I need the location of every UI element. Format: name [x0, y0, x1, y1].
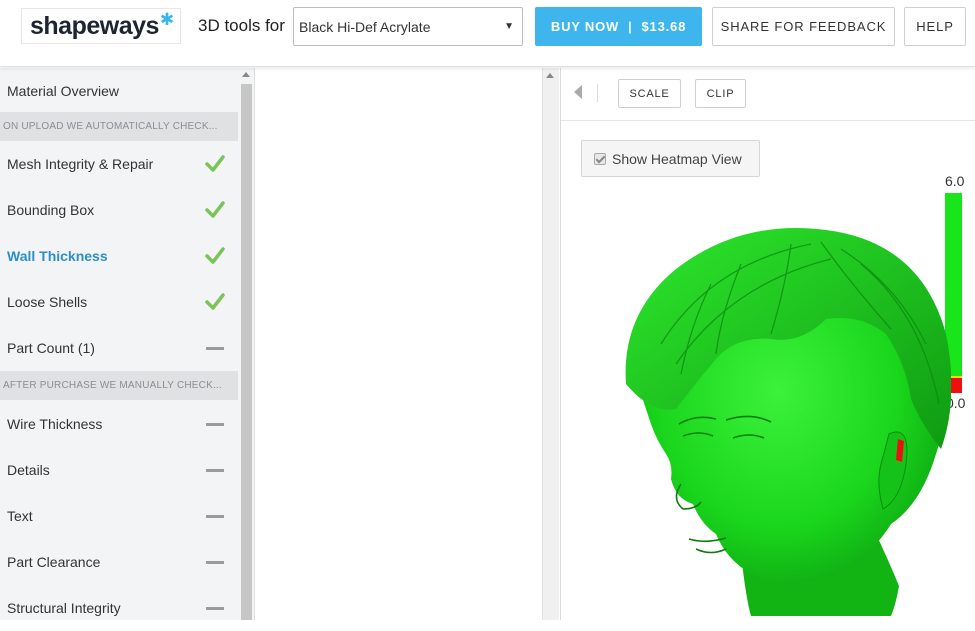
shapeways-logo[interactable]: shapeways ✱ — [21, 8, 181, 44]
head-model-render[interactable] — [621, 224, 951, 620]
sidebar-item-part-clearance[interactable]: Part Clearance — [0, 539, 238, 585]
clip-button[interactable]: CLIP — [695, 79, 746, 108]
logo-star-icon: ✱ — [159, 10, 175, 29]
sidebar-item-loose-shells[interactable]: Loose Shells — [0, 279, 238, 325]
dash-icon — [206, 607, 224, 610]
sidebar-item-label: Wire Thickness — [7, 416, 103, 432]
sidebar-item-label: Part Count (1) — [7, 340, 95, 356]
check-icon — [205, 155, 225, 172]
sidebar-item-bounding-box[interactable]: Bounding Box — [0, 187, 238, 233]
dash-icon — [206, 515, 224, 518]
heatmap-toggle[interactable]: Show Heatmap View — [581, 140, 760, 177]
sidebar-item-mesh-integrity[interactable]: Mesh Integrity & Repair — [0, 141, 238, 187]
toolbar-divider — [597, 84, 598, 102]
top-header: shapeways ✱ 3D tools for Black Hi-Def Ac… — [0, 0, 975, 67]
check-icon — [205, 293, 225, 310]
section-header-manual-checks: AFTER PURCHASE WE MANUALLY CHECK... — [0, 371, 238, 400]
sidebar-item-label: Text — [7, 508, 33, 524]
collapse-left-icon[interactable] — [574, 85, 582, 99]
dash-icon — [206, 561, 224, 564]
legend-max-value: 6.0 — [945, 173, 965, 189]
scroll-up-icon[interactable] — [546, 73, 554, 78]
heatmap-checkbox[interactable] — [594, 152, 606, 165]
sidebar-item-part-count[interactable]: Part Count (1) — [0, 325, 238, 371]
dash-icon — [206, 469, 224, 472]
sidebar-item-wire-thickness[interactable]: Wire Thickness — [0, 401, 238, 447]
sidebar-item-label: Wall Thickness — [7, 248, 108, 264]
material-select[interactable]: Black Hi-Def Acrylate ▼ — [293, 7, 523, 46]
details-panel — [256, 68, 542, 620]
caret-down-icon: ▼ — [504, 21, 514, 32]
material-select-value: Black Hi-Def Acrylate — [299, 18, 431, 35]
checks-sidebar: Material Overview ON UPLOAD WE AUTOMATIC… — [0, 68, 255, 620]
sidebar-item-label: Structural Integrity — [7, 600, 121, 616]
tools-label: 3D tools for — [198, 16, 285, 35]
check-icon — [205, 247, 225, 264]
logo-text: shapeways — [30, 11, 159, 40]
buy-now-separator: | — [628, 19, 633, 34]
sidebar-scrollbar-thumb[interactable] — [241, 84, 252, 620]
dash-icon — [206, 347, 224, 350]
scale-button[interactable]: SCALE — [618, 79, 681, 108]
check-icon — [205, 201, 225, 218]
sidebar-item-label: Material Overview — [7, 83, 120, 99]
buy-now-price: $13.68 — [641, 19, 687, 34]
sidebar-item-label: Details — [7, 462, 50, 478]
sidebar-item-label: Loose Shells — [7, 294, 88, 310]
sidebar-item-label: Mesh Integrity & Repair — [7, 156, 154, 172]
heatmap-label: Show Heatmap View — [612, 150, 742, 167]
viewer-toolbar: SCALE CLIP — [561, 68, 975, 121]
buy-now-label: BUY NOW — [550, 19, 620, 34]
buy-now-button[interactable]: BUY NOW | $13.68 — [535, 7, 702, 46]
scroll-up-icon[interactable] — [242, 72, 250, 77]
sidebar-item-details[interactable]: Details — [0, 447, 238, 493]
model-viewer[interactable]: SCALE CLIP Show Heatmap View 6.0 0.0 — [560, 68, 975, 620]
sidebar-item-wall-thickness[interactable]: Wall Thickness — [0, 233, 238, 279]
sidebar-item-label: Part Clearance — [7, 554, 101, 570]
share-feedback-button[interactable]: SHARE FOR FEEDBACK — [712, 7, 895, 46]
sidebar-item-material-overview[interactable]: Material Overview — [0, 68, 238, 114]
details-scrollbar[interactable] — [542, 68, 559, 620]
sidebar-item-text[interactable]: Text — [0, 493, 238, 539]
section-header-upload-checks: ON UPLOAD WE AUTOMATICALLY CHECK... — [0, 112, 238, 141]
sidebar-item-label: Bounding Box — [7, 202, 95, 218]
dash-icon — [206, 423, 224, 426]
sidebar-item-structural-integrity[interactable]: Structural Integrity — [0, 585, 238, 631]
help-button[interactable]: HELP — [904, 7, 966, 46]
